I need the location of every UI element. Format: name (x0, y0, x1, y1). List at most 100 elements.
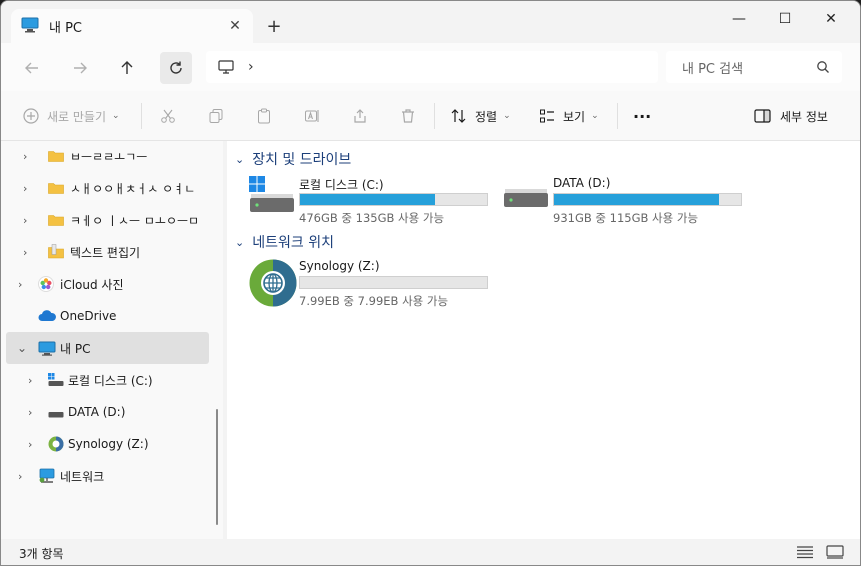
nav-item-synology-z[interactable]: › Synology (Z:) (6, 429, 209, 459)
divider (141, 103, 142, 129)
drive-usage-fill (300, 194, 435, 205)
tab-close-button[interactable]: ✕ (227, 18, 243, 34)
chevron-right-icon[interactable]: › (23, 246, 27, 259)
sort-button-label: 정렬 (475, 109, 498, 124)
chevron-right-icon[interactable]: › (18, 470, 22, 483)
arrow-up-icon (121, 61, 133, 74)
rename-icon (305, 110, 319, 122)
minimize-icon: — (732, 11, 746, 27)
nav-item-this-pc[interactable]: ⌄ 내 PC (6, 332, 209, 364)
nav-item-local-disk-c[interactable]: › 로컬 디스크 (C:) (6, 365, 209, 395)
maximize-button[interactable]: ☐ (762, 5, 808, 33)
file-explorer-window: 내 PC ✕ + — ☐ ✕ › 내 PC 검색 새로 만들기 ⌄ 정렬 ⌄ 보… (0, 0, 861, 566)
copy-icon (209, 109, 223, 123)
details-view-icon[interactable] (796, 545, 814, 562)
icloud-photos-icon (38, 276, 54, 295)
share-button[interactable] (352, 105, 368, 127)
chevron-right-icon[interactable]: › (28, 374, 32, 387)
more-options-button[interactable]: ··· (633, 105, 651, 127)
minimize-button[interactable]: — (716, 5, 762, 33)
up-button[interactable] (111, 52, 143, 84)
nav-item-data-d[interactable]: › DATA (D:) (6, 397, 209, 427)
nav-item-onedrive[interactable]: OneDrive (6, 301, 209, 331)
nav-item-network[interactable]: › 네트워크 (6, 461, 209, 491)
nav-item-icloud-photos[interactable]: › iCloud 사진 (6, 269, 209, 299)
nav-item-label: ㅋㅔㅇ ㅣㅅㅡ ㅁㅗㅇㅡㅁ (70, 213, 200, 228)
search-input[interactable]: 내 PC 검색 (666, 51, 842, 83)
nav-item-label: ㅂㅡㄹㄹㅗㄱㅡ (70, 149, 148, 164)
new-button[interactable]: 새로 만들기 ⌄ (23, 105, 120, 127)
delete-button[interactable] (400, 105, 416, 127)
network-heading: 네트워크 위치 (252, 235, 334, 251)
drive-name: Synology (Z:) (299, 259, 380, 273)
status-bar: 3개 항목 (1, 539, 860, 565)
chevron-right-icon[interactable]: › (23, 150, 27, 163)
details-pane-button[interactable]: 세부 정보 (754, 105, 828, 127)
nav-item-folder-3[interactable]: › ㅋㅔㅇ ㅣㅅㅡ ㅁㅗㅇㅡㅁ (6, 205, 209, 235)
rename-button[interactable] (304, 105, 320, 127)
plus-circle-icon (23, 108, 39, 124)
share-icon (354, 109, 366, 123)
divider (434, 103, 435, 129)
paste-button[interactable] (256, 105, 272, 127)
breadcrumb-chevron-icon[interactable]: › (248, 59, 254, 75)
nav-item-folder-2[interactable]: › ㅅㅐㅇㅇㅐㅊㅓㅅ ㅇㅕㄴ (6, 173, 209, 203)
chevron-down-icon[interactable]: ⌄ (17, 341, 27, 355)
folder-icon (48, 213, 64, 229)
devices-section-header[interactable]: ⌄ 장치 및 드라이브 (235, 149, 351, 169)
drive-name: 로컬 디스크 (C:) (299, 178, 384, 192)
nav-scrollbar[interactable] (211, 141, 223, 539)
copy-button[interactable] (208, 105, 224, 127)
nav-item-label: DATA (D:) (68, 405, 126, 419)
drive-name: DATA (D:) (553, 176, 611, 190)
scissors-icon (161, 109, 175, 123)
drive-tile-d[interactable]: DATA (D:) 931GB 중 115GB 사용 가능 (503, 176, 748, 226)
chevron-right-icon[interactable]: › (18, 278, 22, 291)
command-bar: 새로 만들기 ⌄ 정렬 ⌄ 보기 ⌄ ··· 세부 정보 (1, 91, 860, 141)
cut-button[interactable] (160, 105, 176, 127)
drive-usage-bar (299, 276, 488, 289)
title-bar: 내 PC ✕ + — ☐ ✕ (1, 1, 860, 43)
drive-tile-synology[interactable]: Synology (Z:) 7.99EB 중 7.99EB 사용 가능 (249, 259, 494, 309)
pc-icon (38, 341, 56, 359)
folder-icon (48, 244, 64, 262)
forward-button[interactable] (64, 52, 96, 84)
nav-item-label: ㅅㅐㅇㅇㅐㅊㅓㅅ ㅇㅕㄴ (70, 181, 196, 196)
nav-scrollbar-thumb[interactable] (216, 409, 218, 525)
new-tab-button[interactable]: + (263, 17, 285, 39)
chevron-right-icon[interactable]: › (23, 182, 27, 195)
clipboard-icon (258, 108, 270, 124)
drive-tile-c[interactable]: 로컬 디스크 (C:) 476GB 중 135GB 사용 가능 (249, 176, 494, 226)
chevron-down-icon: ⌄ (112, 111, 120, 121)
chevron-right-icon[interactable]: › (28, 438, 32, 451)
trash-icon (402, 109, 414, 123)
refresh-button[interactable] (160, 52, 192, 84)
drive-icon (48, 408, 64, 422)
view-list-icon (540, 109, 554, 123)
monitor-icon (218, 60, 234, 74)
view-button[interactable]: 보기 ⌄ (539, 105, 599, 127)
nav-item-text-editor[interactable]: › 텍스트 편집기 (6, 237, 209, 267)
chevron-right-icon[interactable]: › (23, 214, 27, 227)
back-button[interactable] (16, 52, 48, 84)
folder-icon (48, 181, 64, 197)
chevron-down-icon: ⌄ (503, 111, 511, 121)
search-icon[interactable] (816, 60, 830, 74)
address-field[interactable]: › (206, 51, 658, 83)
drive-free-text: 931GB 중 115GB 사용 가능 (553, 211, 699, 225)
nav-item-label: 네트워크 (60, 469, 105, 484)
chevron-right-icon[interactable]: › (28, 406, 32, 419)
tab-this-pc[interactable]: 내 PC ✕ (11, 9, 253, 43)
sort-button[interactable]: 정렬 ⌄ (451, 105, 511, 127)
drive-free-text: 7.99EB 중 7.99EB 사용 가능 (299, 294, 449, 308)
nav-item-label: 텍스트 편집기 (70, 245, 141, 260)
devices-heading: 장치 및 드라이브 (252, 152, 352, 168)
close-button[interactable]: ✕ (808, 5, 854, 33)
local-disk-icon (48, 373, 64, 390)
network-section-header[interactable]: ⌄ 네트워크 위치 (235, 232, 334, 252)
large-icons-view-icon[interactable] (826, 545, 844, 562)
nav-item-label: OneDrive (60, 309, 117, 323)
nav-item-folder-1[interactable]: › ㅂㅡㄹㄹㅗㄱㅡ (6, 141, 209, 171)
refresh-icon (170, 61, 182, 74)
arrow-left-icon (25, 62, 38, 74)
